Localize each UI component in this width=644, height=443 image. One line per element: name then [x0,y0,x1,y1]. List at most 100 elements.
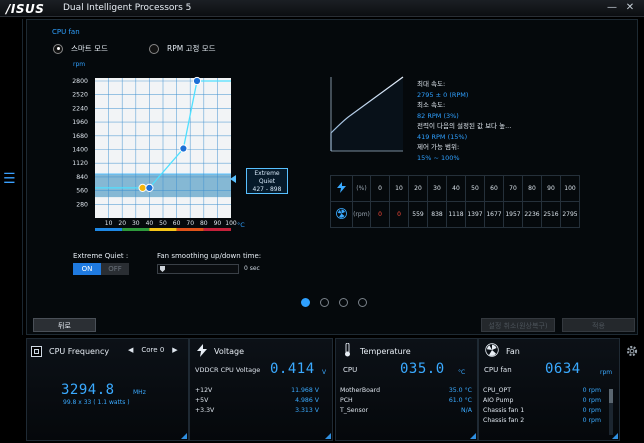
panel-expand-icon[interactable] [612,433,618,439]
toggle-on[interactable]: ON [73,263,101,275]
cpu-fan-unit: rpm [600,369,613,376]
duty-percent-cell: 20 [408,175,428,202]
temperature-zone-bar [95,228,231,231]
curve-point-handle[interactable] [145,183,154,193]
extreme-quiet-arrow-icon [230,175,236,183]
x-tick-label: 20 [118,220,126,227]
cpu-temp-label: CPU [343,366,358,374]
x-tick-label: 10 [105,220,113,227]
voltage-row-label: +12V [195,387,213,394]
voltage-row-label: +5V [195,397,209,404]
rpm-fixed-mode-label: RPM 고정 모드 [167,44,216,53]
settings-gear-icon[interactable] [625,344,639,360]
x-axis-unit: °C [237,221,245,229]
extreme-quiet-toggle[interactable]: ON OFF [73,263,129,275]
x-tick-label: 70 [186,220,194,227]
temperature-zone [176,228,204,231]
percent-unit: (%) [352,175,371,202]
undo-button[interactable]: 설정 취소(원상복구) [481,318,555,332]
fan-list-scrollbar[interactable] [609,389,613,435]
panel-expand-icon[interactable] [181,433,187,439]
core-prev-icon[interactable]: ◀ [128,346,133,354]
duty-rpm-cell: 1397 [465,201,485,228]
duty-percent-cell: 60 [484,175,504,202]
y-tick-label: 560 [76,188,88,195]
extreme-quiet-range: 427 - 898 [252,186,282,193]
curve-point-handle[interactable] [179,144,188,153]
power-label: 전력이 다음의 설정된 값 보다 높... [417,122,512,130]
extreme-quiet-band-label: Extreme Quiet 427 - 898 [246,168,288,194]
duty-rpm-cell: 0 [370,201,390,228]
range-label: 제어 가능 범위: [417,143,460,151]
curve-point-handle[interactable] [138,183,147,193]
fan-row-value: 0 rpm [582,397,601,404]
temperature-zone [122,228,150,231]
lightning-icon [330,175,353,202]
radio-selected-icon [53,43,63,54]
duty-rpm-cell: 838 [427,201,447,228]
duty-rpm-cell: 1957 [503,201,523,228]
temperature-panel[interactable]: Temperature CPU 035.0 °C MotherBoard 35.… [335,338,478,441]
side-divider [22,19,23,335]
duty-percent-cell: 40 [446,175,466,202]
cpu-frequency-panel[interactable]: CPU Frequency ◀ Core 0 ▶ 3294.8 MHz 99.8… [26,338,189,441]
x-tick-label: 40 [146,220,154,227]
core-next-icon[interactable]: ▶ [172,346,177,354]
fan-curve-graph[interactable]: 2800 2520 2240 1960 1680 1400 1120 840 560 280 10… [52,60,252,235]
fan-row-value: 0 rpm [582,407,601,414]
voltage-row-value: 3.313 V [295,407,319,414]
fan-panel[interactable]: Fan CPU fan 0634 rpm CPU_OPT 0 rpm AIO P… [478,338,620,441]
x-tick-label: 60 [173,220,181,227]
page-dot[interactable] [358,298,367,307]
fan-row-label: AIO Pump [483,397,514,404]
duty-percent-row: (%) 0 10 20 30 40 50 60 70 80 90 100 [330,175,580,202]
apply-button[interactable]: 적용 [562,318,635,332]
duty-rpm-cell: 2795 [560,201,580,228]
minimize-button[interactable]: — [606,2,618,14]
temp-row-label: PCH [340,397,353,404]
fan-icon [485,343,499,359]
duty-percent-cell: 10 [389,175,409,202]
voltage-row-label: +3.3V [195,407,215,414]
cpu-fan-value: 0634 [545,361,581,377]
y-tick-label: 840 [76,174,88,181]
smoothing-slider[interactable] [157,264,239,274]
duty-rpm-cell: 2516 [541,201,561,228]
page-dot[interactable] [320,298,329,307]
core-selector[interactable]: ◀ Core 0 ▶ [128,346,178,354]
y-tick-label: 1120 [72,160,88,167]
smart-mode-radio[interactable]: 스마트 모드 [53,43,108,54]
y-tick-label: 280 [76,201,88,208]
close-button[interactable]: ✕ [624,2,636,14]
y-tick-label: 2520 [72,92,88,99]
title-bar: /ISUS Dual Intelligent Processors 5 — ✕ [0,0,644,17]
y-tick-label: 1960 [72,119,88,126]
cpu-frequency-detail: 99.8 x 33 ( 1.1 watts ) [63,399,130,406]
back-button[interactable]: 뒤로 [33,318,96,332]
panel-expand-icon[interactable] [470,433,476,439]
duty-rpm-cell: 0 [389,201,409,228]
duty-percent-cell: 80 [522,175,542,202]
page-dot[interactable] [339,298,348,307]
voltage-panel[interactable]: Voltage VDDCR CPU Voltage 0.414 V +12V 1… [189,338,333,441]
x-tick-label: 90 [214,220,222,227]
graph-grid [95,78,231,218]
x-tick-label: 50 [159,220,167,227]
fan-row-value: 0 rpm [582,387,601,394]
temperature-zone [203,228,231,231]
scrollbar-thumb[interactable] [609,389,613,403]
side-menu-icon[interactable]: ☰ [3,172,19,186]
slider-thumb[interactable] [160,266,165,272]
curve-point-handle[interactable] [192,76,202,86]
panel-expand-icon[interactable] [325,433,331,439]
fan-row-label: Chassis fan 2 [483,417,525,424]
toggle-off[interactable]: OFF [101,263,129,275]
fan-section-label: CPU fan [52,28,80,36]
core-selected: Core 0 [141,346,165,354]
rpm-fixed-mode-radio[interactable]: RPM 고정 모드 [149,43,216,54]
page-dot[interactable] [301,298,310,307]
min-speed-value: 82 RPM (3%) [417,111,459,120]
graph-y-axis: 2800 2520 2240 1960 1680 1400 1120 840 560 280 [72,78,88,208]
cpu-frequency-title: CPU Frequency [49,347,110,356]
x-tick-label: 80 [200,220,208,227]
